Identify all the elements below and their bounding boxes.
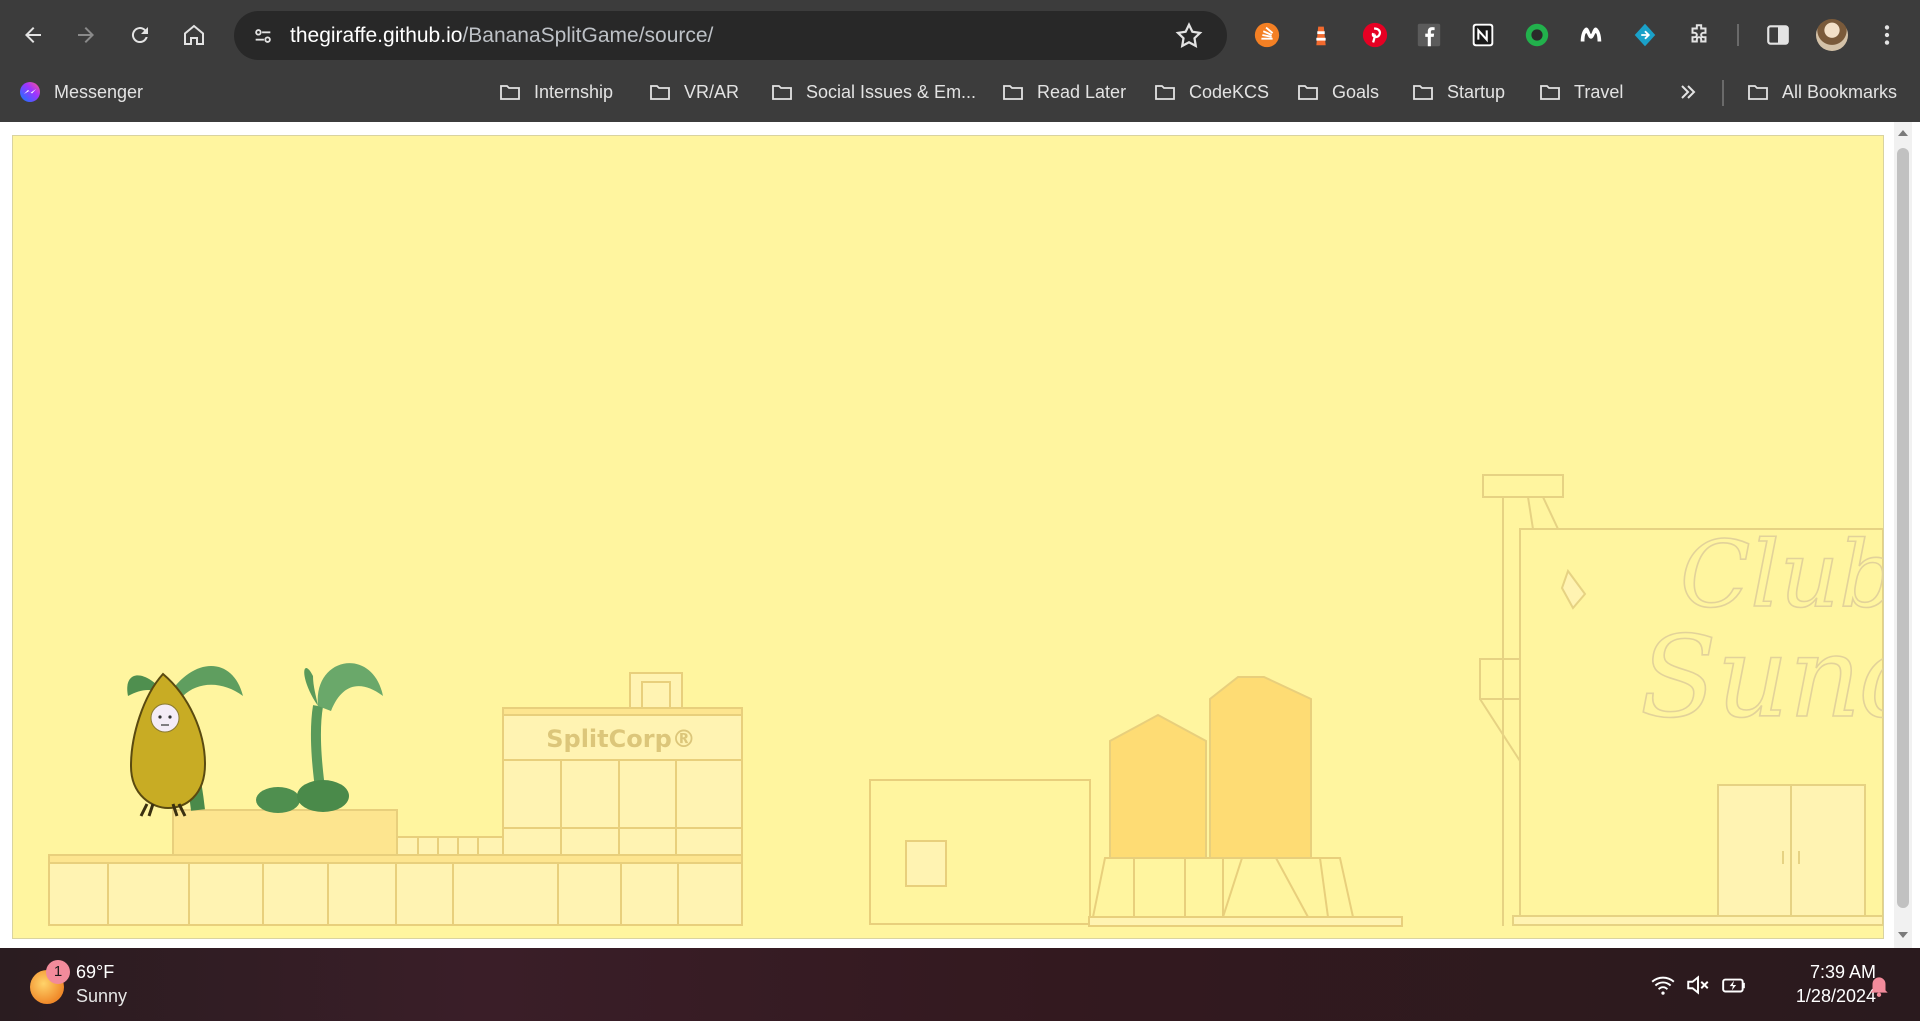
tune-icon (255, 29, 271, 43)
forward-button[interactable] (68, 17, 104, 53)
puzzle-icon[interactable] (1684, 20, 1714, 50)
all-bookmarks-button[interactable]: All Bookmarks (1746, 78, 1897, 106)
stackoverflow-icon[interactable] (1252, 20, 1282, 50)
home-icon (184, 24, 204, 45)
scrollbar-thumb[interactable] (1897, 148, 1909, 908)
bookmarks-bar: Messenger Internship VR/AR Social Issues… (0, 71, 1920, 113)
bookmark-folder-internship[interactable]: Internship (498, 78, 613, 106)
bookmark-label: Social Issues & Em... (806, 81, 977, 102)
circle-extension-icon[interactable] (1522, 20, 1552, 50)
club-sign-line1: Club (1680, 521, 1883, 628)
bookmark-folder-social-issues[interactable]: Social Issues & Em... (770, 78, 976, 106)
menu-kebab-icon[interactable] (1872, 20, 1902, 50)
folder-icon (772, 85, 792, 100)
back-button[interactable] (15, 17, 51, 53)
double-chevron-right-icon (1681, 85, 1696, 99)
folder-icon (1155, 85, 1175, 100)
battery-charging-icon[interactable] (1721, 972, 1747, 998)
browser-toolbar: thegiraffe.github.io/BananaSplitGame/sou… (0, 0, 1920, 71)
browser-chrome: thegiraffe.github.io/BananaSplitGame/sou… (0, 0, 1920, 122)
folder-icon (1748, 85, 1768, 100)
profile-avatar[interactable] (1816, 19, 1848, 51)
url-host: thegiraffe.github.io (290, 24, 463, 47)
folder-icon (1413, 85, 1433, 100)
address-bar[interactable]: thegiraffe.github.io/BananaSplitGame/sou… (234, 11, 1227, 60)
bookmark-label: VR/AR (684, 81, 740, 102)
clock-date[interactable]: 1/28/2024 (1756, 986, 1876, 1007)
club-sign-line2: Sunda (1640, 613, 1883, 743)
scroll-down-arrow-icon[interactable] (1898, 932, 1908, 938)
game-canvas[interactable]: SplitCorp® Club Sun (12, 135, 1884, 939)
bookmarks-divider (1722, 80, 1724, 106)
windows-taskbar (0, 948, 1920, 1021)
site-info-button[interactable] (246, 19, 280, 53)
speaker-muted-icon[interactable] (1685, 972, 1711, 998)
silo-building (869, 676, 1403, 927)
notion-icon[interactable] (1468, 20, 1498, 50)
weather-condition[interactable]: Sunny (76, 986, 127, 1007)
clock-time[interactable]: 7:39 AM (1776, 962, 1876, 983)
link-extension-icon[interactable] (1630, 20, 1660, 50)
forward-arrow-icon (78, 27, 94, 43)
url-text[interactable]: thegiraffe.github.io/BananaSplitGame/sou… (290, 24, 713, 48)
bookmark-label: Travel (1574, 81, 1624, 102)
messenger-icon (20, 82, 40, 102)
folder-icon (1540, 85, 1560, 100)
more-bookmarks-button[interactable] (1676, 78, 1700, 106)
folder-icon (500, 85, 520, 100)
reload-icon (131, 27, 148, 44)
folder-icon (1003, 85, 1023, 100)
bookmark-folder-vr-ar[interactable]: VR/AR (648, 78, 739, 106)
bookmark-messenger[interactable]: Messenger (18, 78, 143, 106)
bookmark-folder-travel[interactable]: Travel (1538, 78, 1623, 106)
url-path: /BananaSplitGame/source/ (462, 24, 714, 47)
back-arrow-icon (25, 27, 41, 43)
toolbar-divider (1737, 24, 1739, 46)
bookmark-folder-goals[interactable]: Goals (1296, 78, 1379, 106)
bookmark-label: Messenger (54, 81, 144, 102)
side-panel-icon[interactable] (1763, 20, 1793, 50)
weather-temperature[interactable]: 69°F (76, 962, 114, 983)
bookmark-label: Startup (1447, 81, 1506, 102)
player-character (129, 672, 207, 817)
bookmark-label: Internship (534, 81, 614, 102)
notification-bell-icon[interactable] (1866, 972, 1892, 998)
wifi-icon[interactable] (1650, 972, 1676, 998)
home-button[interactable] (176, 17, 212, 53)
bookmark-folder-startup[interactable]: Startup (1411, 78, 1505, 106)
malwarebytes-icon[interactable] (1576, 20, 1606, 50)
splitcorp-sign: SplitCorp® (546, 725, 696, 753)
folder-icon (650, 85, 670, 100)
page-content: SplitCorp® Club Sun (0, 122, 1920, 948)
weather-badge: 1 (46, 960, 70, 984)
bookmark-star-icon[interactable] (1174, 21, 1204, 51)
bookmark-folder-codekcs[interactable]: CodeKCS (1153, 78, 1269, 106)
all-bookmarks-label: All Bookmarks (1782, 81, 1898, 102)
page-scrollbar[interactable] (1894, 122, 1912, 948)
reload-button[interactable] (122, 17, 158, 53)
pinterest-icon[interactable] (1360, 20, 1390, 50)
facebook-icon[interactable] (1414, 20, 1444, 50)
folder-icon (1298, 85, 1318, 100)
bookmark-label: Read Later (1037, 81, 1127, 102)
bookmark-label: CodeKCS (1189, 81, 1270, 102)
bookmark-folder-read-later[interactable]: Read Later (1001, 78, 1126, 106)
lighthouse-icon[interactable] (1306, 20, 1336, 50)
game-scene: SplitCorp® Club Sun (48, 474, 1883, 927)
bookmark-label: Goals (1332, 81, 1380, 102)
scroll-up-arrow-icon[interactable] (1898, 130, 1908, 136)
